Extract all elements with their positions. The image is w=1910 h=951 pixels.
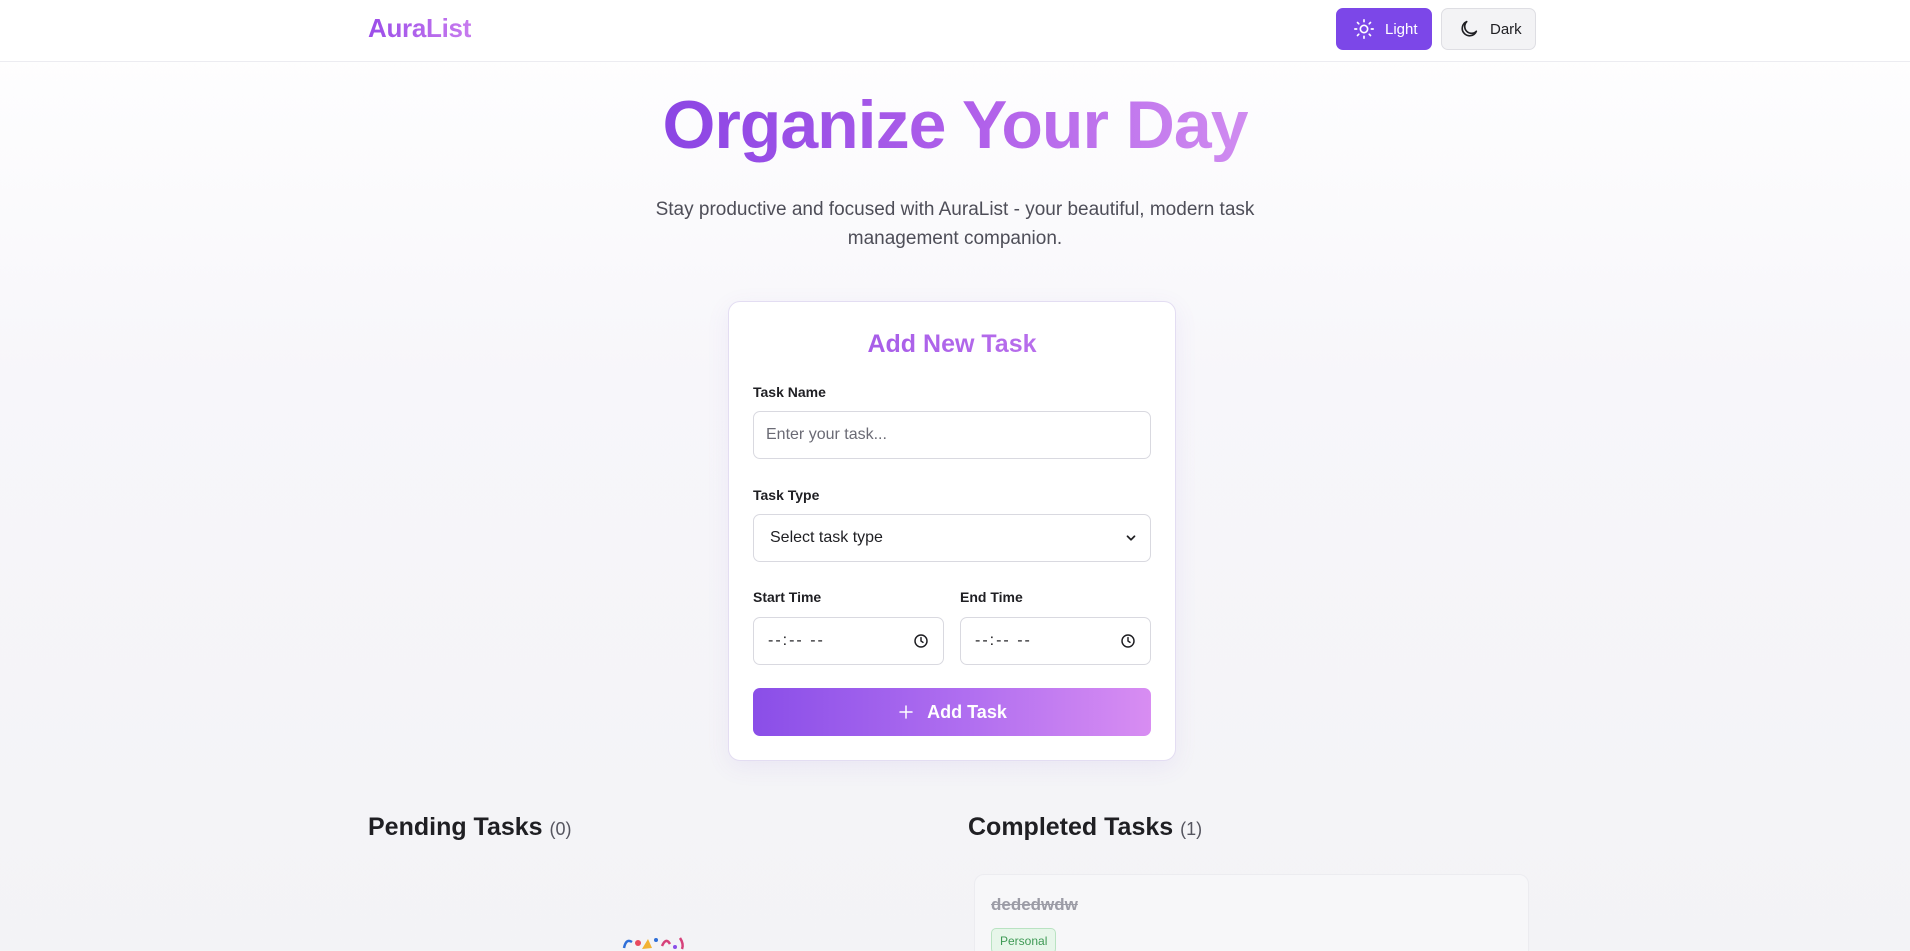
- completed-task-item[interactable]: dededwdw Personal: [974, 874, 1529, 951]
- task-type-label: Task Type: [753, 487, 820, 503]
- moon-icon: [1461, 20, 1478, 37]
- clock-icon[interactable]: [1120, 633, 1136, 649]
- add-task-label: Add Task: [927, 701, 1007, 722]
- task-name-label: Task Name: [753, 384, 826, 400]
- add-task-card: Add New Task Task Name Task Type Select …: [728, 301, 1176, 761]
- dark-theme-button[interactable]: Dark: [1441, 8, 1536, 50]
- task-type-select[interactable]: Select task type: [753, 514, 1151, 562]
- plus-icon: [899, 705, 913, 719]
- chevron-down-icon: [1126, 535, 1136, 541]
- brand-logo[interactable]: AuraList: [368, 13, 471, 44]
- end-time-input[interactable]: --:-- --: [960, 617, 1151, 665]
- end-time-value: --:-- --: [975, 632, 1032, 649]
- clock-icon[interactable]: [913, 633, 929, 649]
- top-navbar: AuraList Light Dark: [0, 0, 1910, 62]
- hero-title: Organize Your Day: [662, 87, 1248, 163]
- light-theme-button[interactable]: Light: [1336, 8, 1432, 50]
- add-task-button[interactable]: Add Task: [753, 688, 1151, 736]
- pending-tasks-heading: Pending Tasks (0): [368, 813, 572, 842]
- sun-icon: [1354, 19, 1374, 39]
- task-type-badge: Personal: [991, 928, 1057, 951]
- hero-subtitle: Stay productive and focused with AuraLis…: [655, 199, 1255, 249]
- light-theme-label: Light: [1385, 20, 1418, 38]
- task-name-input[interactable]: [753, 411, 1151, 459]
- task-name: dededwdw: [991, 895, 1078, 914]
- start-time-input[interactable]: --:-- --: [753, 617, 944, 665]
- end-time-label: End Time: [960, 589, 1023, 605]
- completed-tasks-count: (1): [1180, 819, 1203, 839]
- completed-tasks-heading: Completed Tasks (1): [968, 813, 1202, 842]
- pending-tasks-title: Pending Tasks: [368, 813, 543, 841]
- dark-theme-label: Dark: [1490, 20, 1522, 38]
- pending-tasks-count: (0): [549, 819, 572, 839]
- celebration-confetti-icon: [622, 937, 684, 950]
- start-time-value: --:-- --: [768, 632, 825, 649]
- add-task-title: Add New Task: [729, 330, 1175, 359]
- start-time-label: Start Time: [753, 589, 822, 605]
- completed-tasks-title: Completed Tasks: [968, 813, 1174, 841]
- task-type-selected: Select task type: [770, 529, 883, 546]
